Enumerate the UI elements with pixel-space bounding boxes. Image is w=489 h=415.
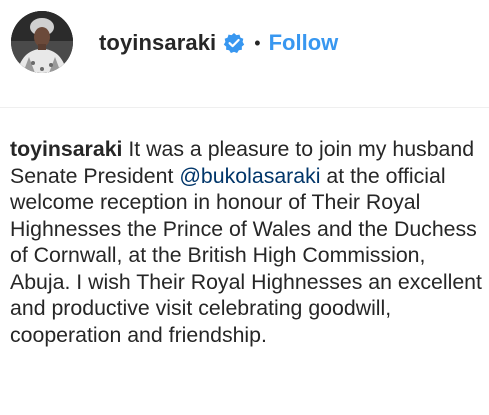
caption-text-part-2: at the official welcome reception in hon… [10,163,482,347]
post-header: toyinsaraki • Follow [0,0,489,108]
post-caption: toyinsaraki It was a pleasure to join my… [10,136,484,348]
profile-avatar[interactable] [11,11,73,73]
avatar-image [11,11,73,73]
follow-button[interactable]: Follow [269,30,339,56]
separator-dot: • [254,32,261,53]
caption-username-link[interactable]: toyinsaraki [10,137,122,161]
verified-badge-icon [223,32,245,54]
username-link[interactable]: toyinsaraki [99,30,216,56]
header-row: toyinsaraki • Follow [99,28,338,58]
mention-link[interactable]: @bukolasaraki [179,164,320,188]
